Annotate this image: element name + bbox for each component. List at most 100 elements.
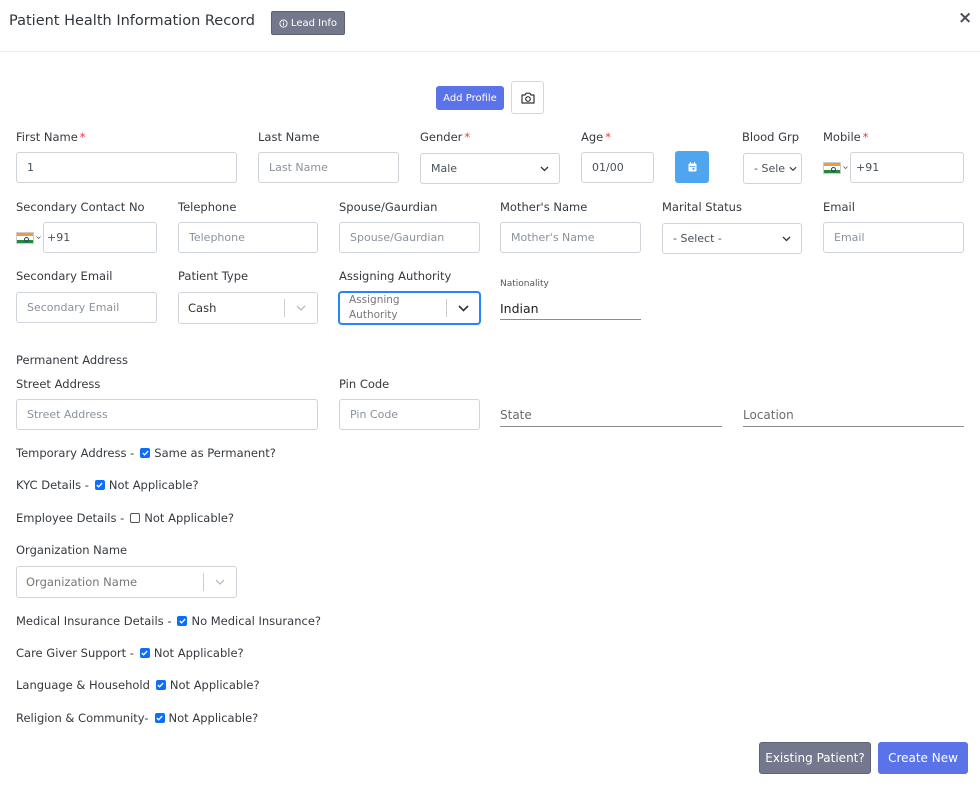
modal-title: Patient Health Information Record	[9, 13, 255, 29]
india-flag-icon	[823, 162, 841, 174]
mother-name-label: Mother's Name	[500, 200, 588, 214]
kyc-details-row: KYC Details - Not Applicable?	[16, 478, 199, 492]
religion-not-applicable-checkbox[interactable]	[154, 713, 165, 723]
age-label: Age *	[581, 130, 611, 144]
no-medical-insurance-label[interactable]: No Medical Insurance?	[191, 614, 321, 628]
language-household-row: Language & Household Not Applicable?	[16, 678, 260, 692]
checkmark-icon	[156, 715, 163, 721]
temporary-address-label: Temporary Address -	[16, 446, 135, 460]
chevron-down-icon	[457, 304, 469, 312]
same-as-permanent-label[interactable]: Same as Permanent?	[154, 446, 276, 460]
kyc-details-label: KYC Details -	[16, 478, 89, 492]
medical-insurance-label: Medical Insurance Details -	[16, 614, 172, 628]
age-input[interactable]	[581, 152, 654, 183]
nationality-label: Nationality	[500, 279, 549, 289]
mobile-label: Mobile *	[823, 130, 869, 144]
organization-name-select[interactable]: Organization Name	[16, 566, 237, 598]
state-input[interactable]	[500, 404, 722, 427]
secondary-contact-country-select[interactable]	[16, 232, 41, 244]
care-giver-not-applicable-checkbox[interactable]	[139, 648, 150, 658]
create-new-button[interactable]: Create New	[878, 742, 968, 774]
blood-grp-select[interactable]: - Sele	[743, 153, 802, 184]
street-address-input[interactable]	[16, 399, 318, 430]
chevron-down-icon	[296, 305, 306, 311]
first-name-input[interactable]	[16, 152, 237, 183]
spouse-input[interactable]	[339, 222, 480, 253]
calendar-button[interactable]	[675, 151, 709, 183]
existing-patient-button[interactable]: Existing Patient?	[759, 742, 871, 774]
kyc-not-applicable-label[interactable]: Not Applicable?	[109, 478, 199, 492]
email-input[interactable]	[823, 222, 964, 253]
gender-value: Male	[431, 162, 458, 175]
camera-button[interactable]	[511, 81, 544, 114]
last-name-label: Last Name	[258, 130, 320, 144]
blood-grp-label: Blood Grp	[742, 130, 800, 144]
info-circle-icon	[279, 18, 288, 28]
close-icon[interactable]: ×	[958, 10, 972, 27]
employee-not-applicable-checkbox[interactable]	[130, 513, 141, 523]
employee-details-label: Employee Details -	[16, 511, 125, 525]
care-giver-not-applicable-label[interactable]: Not Applicable?	[154, 646, 244, 660]
assigning-authority-label: Assigning Authority	[339, 269, 452, 283]
no-medical-insurance-checkbox[interactable]	[177, 616, 188, 626]
chevron-down-icon	[782, 236, 791, 241]
mobile-country-select[interactable]	[823, 162, 848, 174]
assigning-authority-dropdown-indicator[interactable]	[447, 304, 479, 312]
checkmark-icon	[179, 618, 186, 624]
modal-header: Patient Health Information Record Lead I…	[0, 0, 980, 52]
patient-type-dropdown-indicator[interactable]	[285, 305, 317, 311]
add-profile-button[interactable]: Add Profile	[436, 86, 504, 110]
religion-community-label: Religion & Community-	[16, 711, 149, 725]
gender-select[interactable]: Male	[420, 153, 560, 184]
religion-not-applicable-label[interactable]: Not Applicable?	[169, 711, 259, 725]
language-not-applicable-checkbox[interactable]	[155, 680, 166, 690]
pin-code-input[interactable]	[339, 399, 480, 430]
gender-label: Gender *	[420, 130, 471, 144]
religion-community-row: Religion & Community- Not Applicable?	[16, 711, 258, 725]
employee-details-row: Employee Details - Not Applicable?	[16, 511, 234, 525]
organization-name-placeholder: Organization Name	[26, 574, 138, 589]
mobile-input[interactable]	[850, 152, 964, 183]
secondary-email-input[interactable]	[16, 292, 157, 323]
telephone-input[interactable]	[178, 222, 318, 253]
pin-code-label: Pin Code	[339, 377, 390, 391]
chevron-down-icon	[215, 579, 225, 585]
patient-type-select[interactable]: Cash	[178, 292, 318, 324]
location-input[interactable]	[743, 404, 964, 427]
language-household-label: Language & Household	[16, 678, 150, 692]
same-as-permanent-checkbox[interactable]	[140, 448, 151, 458]
chevron-down-icon	[789, 166, 797, 171]
checkmark-icon	[141, 650, 149, 656]
kyc-not-applicable-checkbox[interactable]	[94, 480, 105, 490]
chevron-down-icon	[843, 166, 848, 170]
chevron-down-icon	[36, 236, 41, 240]
calendar-icon	[688, 162, 696, 172]
mother-name-input[interactable]	[500, 222, 641, 253]
language-not-applicable-label[interactable]: Not Applicable?	[170, 678, 260, 692]
organization-dropdown-indicator[interactable]	[204, 579, 236, 585]
secondary-contact-input[interactable]	[43, 222, 157, 253]
temporary-address-row: Temporary Address - Same as Permanent?	[16, 446, 276, 460]
marital-status-select[interactable]: - Select -	[662, 223, 802, 254]
last-name-input[interactable]	[258, 152, 399, 183]
checkmark-icon	[157, 682, 165, 688]
marital-status-value: - Select -	[673, 232, 722, 245]
secondary-email-label: Secondary Email	[16, 269, 113, 283]
organization-name-label: Organization Name	[16, 543, 128, 557]
email-label: Email	[823, 200, 855, 214]
care-giver-label: Care Giver Support -	[16, 646, 134, 660]
lead-info-button[interactable]: Lead Info	[271, 11, 345, 35]
care-giver-row: Care Giver Support - Not Applicable?	[16, 646, 244, 660]
permanent-address-heading: Permanent Address	[16, 353, 128, 367]
employee-not-applicable-label[interactable]: Not Applicable?	[144, 511, 234, 525]
marital-status-label: Marital Status	[662, 200, 742, 214]
required-mark: *	[605, 130, 611, 144]
required-mark: *	[862, 130, 869, 144]
assigning-authority-select[interactable]: Assigning Authority	[339, 292, 480, 324]
blood-grp-value: - Sele	[754, 162, 786, 175]
nationality-input[interactable]	[500, 298, 641, 320]
first-name-label: First Name *	[16, 130, 86, 144]
medical-insurance-row: Medical Insurance Details - No Medical I…	[16, 614, 321, 628]
street-address-label: Street Address	[16, 377, 101, 391]
spouse-label: Spouse/Gaurdian	[339, 200, 438, 214]
